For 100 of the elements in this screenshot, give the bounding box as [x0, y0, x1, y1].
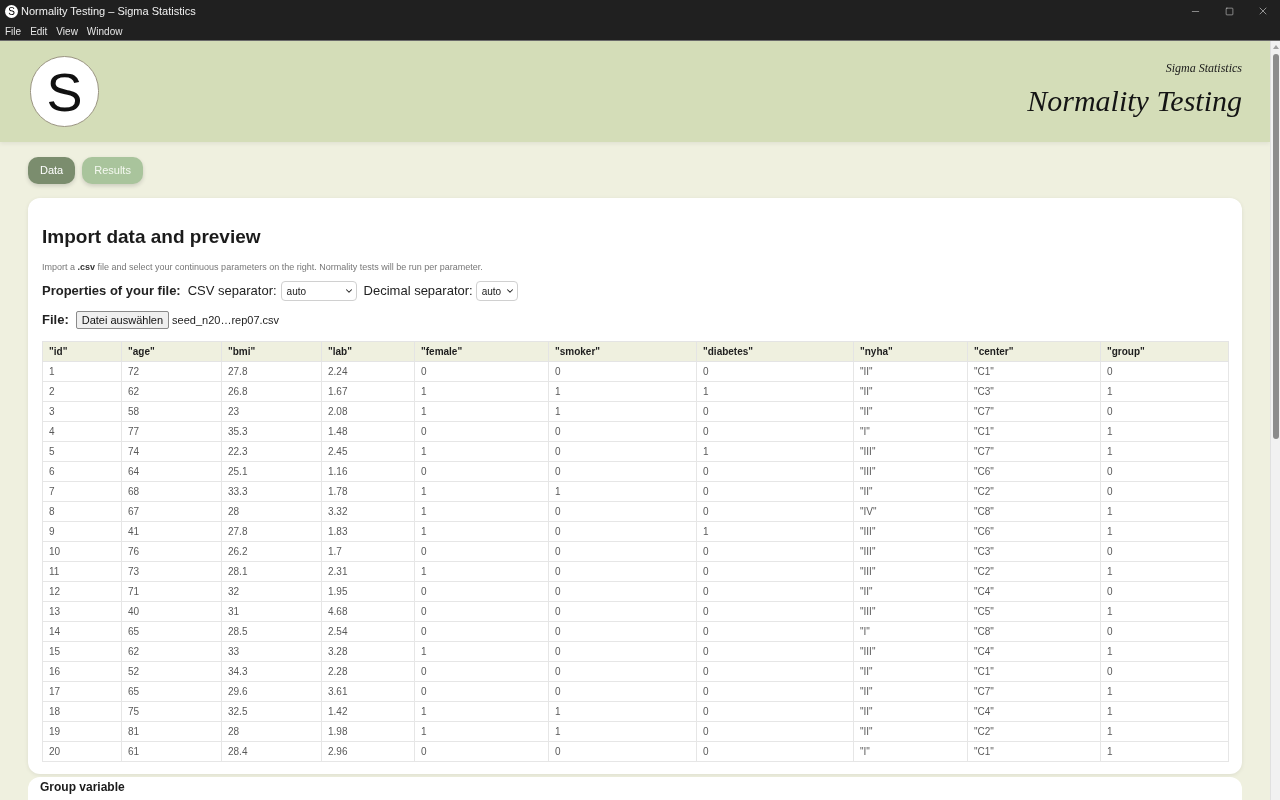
table-cell: 0	[548, 621, 697, 642]
table-cell: 16	[42, 661, 122, 682]
table-cell: 2.31	[321, 561, 415, 582]
table-cell: "C4"	[967, 641, 1101, 662]
table-cell: "C1"	[967, 741, 1101, 762]
table-cell: 75	[121, 701, 222, 722]
table-cell: 26.8	[221, 381, 322, 402]
table-cell: "I"	[853, 421, 968, 442]
table-cell: 15	[42, 641, 122, 662]
table-cell: "C1"	[967, 421, 1101, 442]
tab[interactable]: Data	[28, 157, 76, 184]
table-cell: 62	[121, 381, 222, 402]
table-cell: 0	[414, 681, 549, 702]
table-cell: 8	[42, 501, 122, 522]
app-name: Sigma Statistics	[1165, 61, 1242, 75]
table-cell: "C2"	[967, 481, 1101, 502]
table-cell: 22.3	[221, 441, 322, 462]
dropdown-select[interactable]: auto	[475, 281, 518, 301]
decimal-separator-label: Decimal separator:	[363, 282, 473, 301]
table-cell: 1	[414, 401, 549, 422]
table-cell: "II"	[853, 381, 968, 402]
table-cell: "C7"	[967, 441, 1101, 462]
table-cell: 5	[42, 441, 122, 462]
table-cell: 0	[548, 561, 697, 582]
table-cell: 1	[548, 701, 697, 722]
table-cell: 72	[121, 361, 222, 382]
table-cell: 41	[121, 521, 222, 542]
scrollbar-thumb[interactable]	[1272, 54, 1279, 439]
table-cell: 58	[121, 401, 222, 422]
table-cell: 27.8	[221, 521, 322, 542]
table-cell: 0	[548, 421, 697, 442]
table-cell: 1.7	[321, 541, 415, 562]
column-header: "id"	[42, 341, 122, 362]
section-heading: Import data and preview	[42, 226, 262, 248]
table-cell: 23	[221, 401, 322, 422]
csv-separator-label: CSV separator:	[187, 282, 277, 301]
table-cell: "III"	[853, 521, 968, 542]
table-cell: 0	[414, 541, 549, 562]
table-cell: 0	[414, 461, 549, 482]
choose-file-button[interactable]: Datei auswählen	[75, 311, 170, 329]
column-header: "diabetes"	[696, 341, 854, 362]
table-cell: 61	[121, 741, 222, 762]
menu-item[interactable]: Window	[86, 23, 123, 39]
table-cell: 7	[42, 481, 122, 502]
table-cell: 1	[1100, 501, 1229, 522]
table-cell: "IV"	[853, 501, 968, 522]
table-cell: 0	[548, 361, 697, 382]
table-cell: 35.3	[221, 421, 322, 442]
table-cell: 2.96	[321, 741, 415, 762]
table-cell: 1	[1100, 421, 1229, 442]
table-cell: "C7"	[967, 681, 1101, 702]
description-text: Import a .csv file and select your continuous parameters on the right. Normality tests will be run per parameter.	[42, 261, 484, 273]
table-cell: "II"	[853, 581, 968, 602]
table-cell: "C8"	[967, 501, 1101, 522]
table-cell: "C4"	[967, 701, 1101, 722]
table-cell: 3.32	[321, 501, 415, 522]
column-header: "smoker"	[548, 341, 697, 362]
table-cell: 0	[548, 681, 697, 702]
app-icon: S	[5, 4, 18, 18]
table-cell: 1.42	[321, 701, 415, 722]
table-cell: 1	[414, 561, 549, 582]
table-cell: "II"	[853, 481, 968, 502]
table-cell: 0	[414, 621, 549, 642]
table-cell: 0	[1100, 621, 1229, 642]
table-cell: 13	[42, 601, 122, 622]
table-cell: "III"	[853, 561, 968, 582]
table-cell: "II"	[853, 701, 968, 722]
table-cell: 1	[1100, 561, 1229, 582]
table-cell: 0	[696, 401, 854, 422]
table-cell: 1	[696, 521, 854, 542]
table-cell: 1	[414, 481, 549, 502]
table-cell: "C5"	[967, 601, 1101, 622]
table-cell: 68	[121, 481, 222, 502]
dropdown-select[interactable]: auto	[280, 281, 357, 301]
menu-item[interactable]: File	[5, 23, 22, 39]
table-cell: 0	[696, 621, 854, 642]
table-cell: 20	[42, 741, 122, 762]
scrollbar[interactable]	[1270, 41, 1280, 800]
table-cell: "C2"	[967, 721, 1101, 742]
table-cell: 0	[696, 721, 854, 742]
table-cell: 0	[1100, 361, 1229, 382]
table-cell: 1	[548, 401, 697, 422]
table-cell: 12	[42, 581, 122, 602]
table-cell: "C6"	[967, 521, 1101, 542]
table-cell: 25.1	[221, 461, 322, 482]
menu-item[interactable]: View	[56, 23, 78, 39]
column-header: "age"	[121, 341, 222, 362]
table-cell: 1	[1100, 681, 1229, 702]
table-cell: 6	[42, 461, 122, 482]
menu-item[interactable]: Edit	[30, 23, 48, 39]
table-cell: 64	[121, 461, 222, 482]
table-cell: 1	[1100, 441, 1229, 462]
table-cell: 0	[696, 581, 854, 602]
table-cell: "C7"	[967, 401, 1101, 422]
table-cell: 1.95	[321, 581, 415, 602]
scroll-up-icon[interactable]	[1272, 45, 1279, 49]
table-cell: 1	[548, 381, 697, 402]
table-cell: "C2"	[967, 561, 1101, 582]
table-cell: "C4"	[967, 581, 1101, 602]
page-title: Normality Testing	[1027, 83, 1242, 119]
